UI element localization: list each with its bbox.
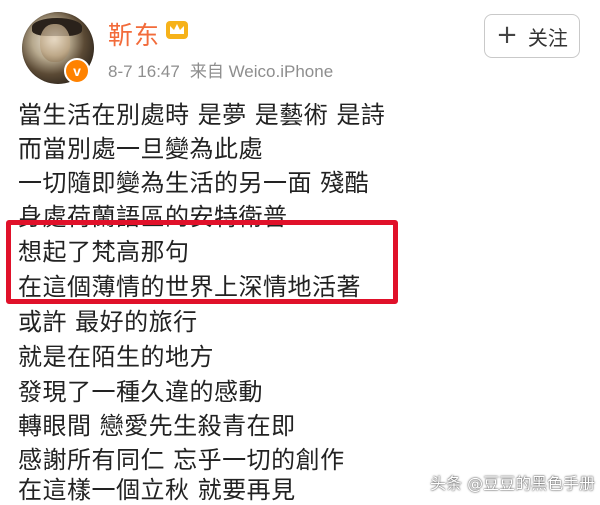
username[interactable]: 靳东 [108,16,160,52]
follow-label: 关注 [527,25,568,50]
avatar-face [40,24,70,62]
highlight-box [6,220,398,304]
post-line: 而當別處一旦變為此處 [18,135,263,163]
crown-member-icon [166,21,188,39]
post-line: 當生活在別處時 是夢 是藝術 是詩 [18,101,386,129]
post-line: 一切隨即變為生活的另一面 殘酷 [18,169,370,197]
post-line: 轉眼間 戀愛先生殺青在即 [18,412,296,440]
post-line: 就是在陌生的地方 [18,343,214,371]
post-source[interactable]: 来自 Weico.iPhone [190,62,333,81]
post-line: 或許 最好的旅行 [18,308,198,336]
post-meta: 8-7 16:47 来自 Weico.iPhone [108,57,333,82]
follow-button[interactable]: + 关注 [484,14,580,58]
post-line: 發現了一種久違的感動 [18,378,263,406]
post-date: 8-7 16:47 [108,62,180,81]
verified-badge-icon: v [64,58,90,84]
watermark: 头条 @豆豆的黑色手册 [430,474,596,493]
post-line: 在這樣一個立秋 就要再見 [18,476,296,504]
plus-icon: + [496,20,518,50]
